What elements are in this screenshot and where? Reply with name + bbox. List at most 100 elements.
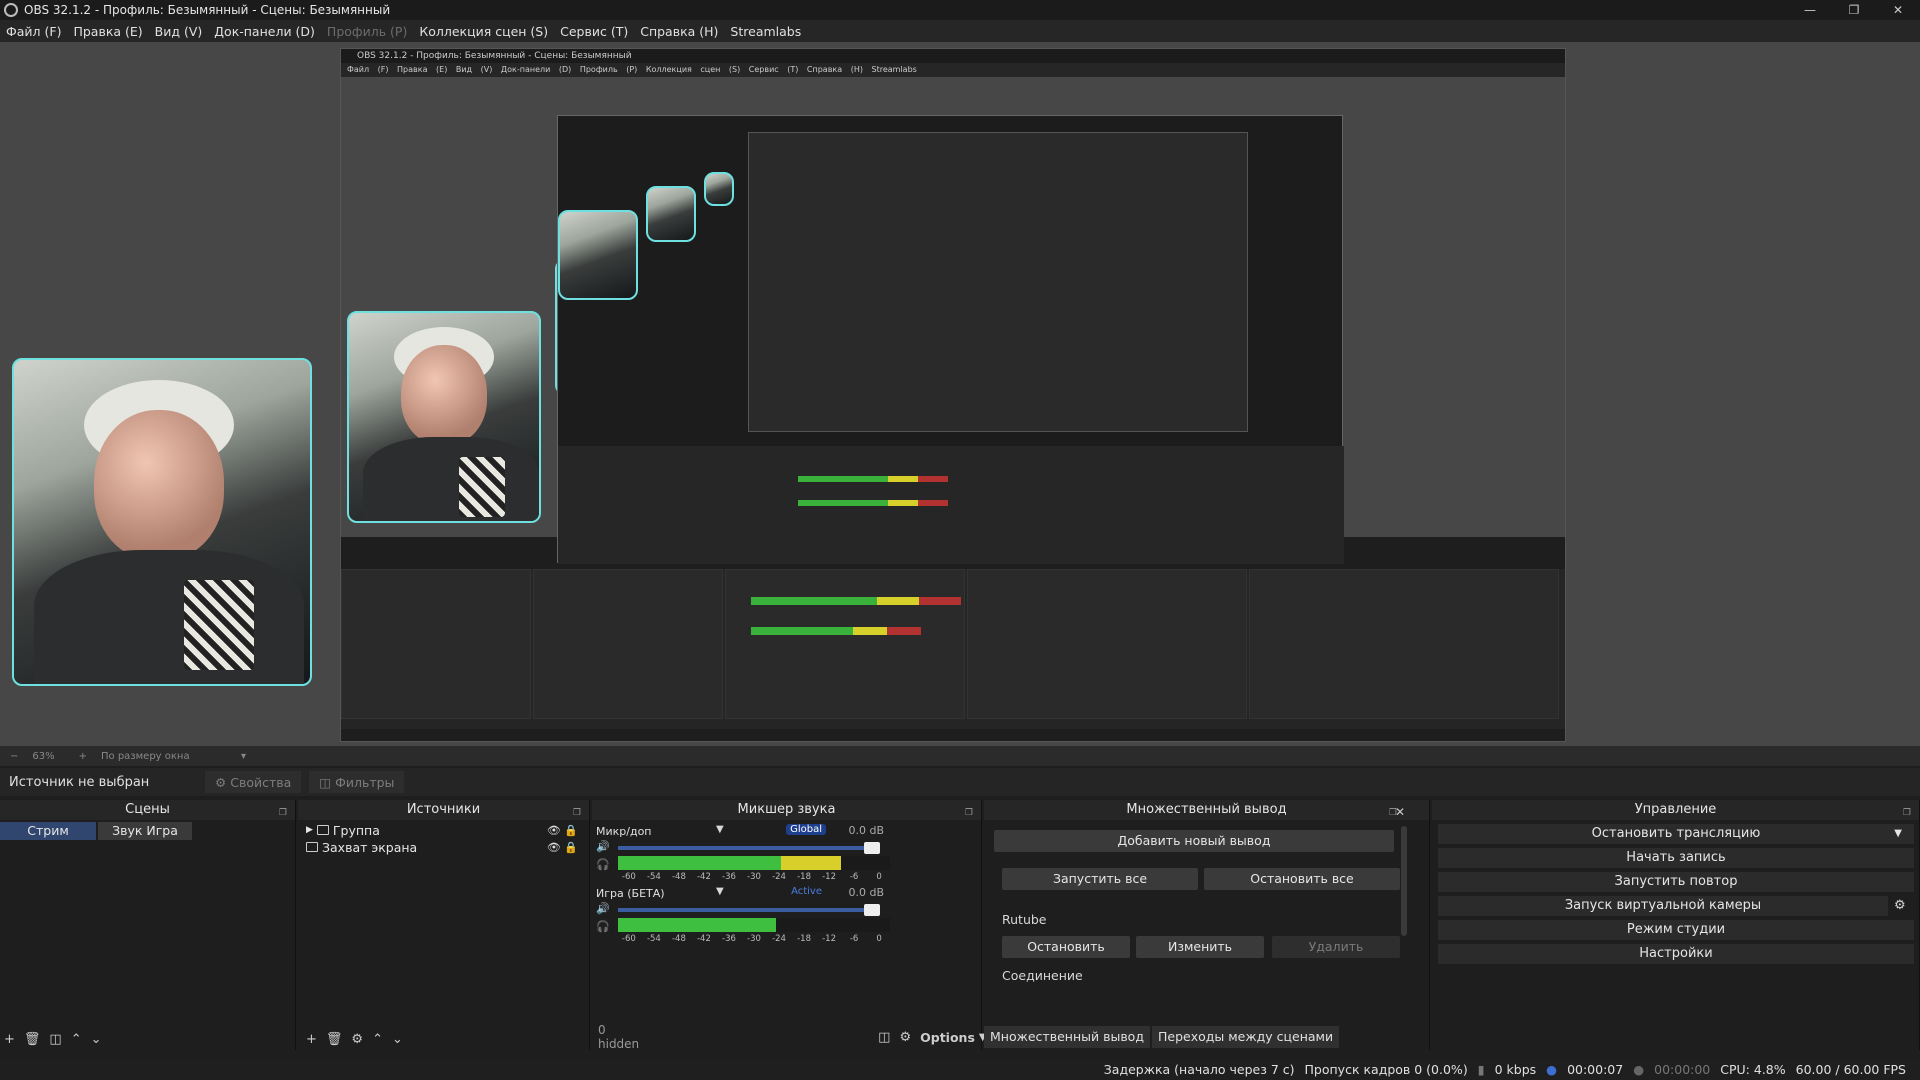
meter-level — [781, 856, 842, 870]
headphones-icon[interactable]: 🎧 — [596, 858, 610, 871]
zoom-in-icon[interactable]: + — [79, 751, 87, 762]
add-icon[interactable]: + — [306, 1032, 317, 1047]
gear-icon[interactable]: ⚙ — [351, 1032, 363, 1047]
speaker-icon[interactable]: 🔊 — [596, 840, 610, 853]
options-button[interactable]: Options — [920, 1030, 975, 1045]
tab-multiple-output[interactable]: Множественный вывод — [984, 1026, 1150, 1048]
filters-button[interactable]: ◫ Фильтры — [309, 771, 405, 793]
close-button[interactable]: ✕ — [1876, 0, 1920, 20]
zoom-mode-select[interactable]: По размеру окна — [101, 751, 241, 762]
chevron-down-icon[interactable]: ▼ — [1894, 824, 1902, 844]
mixer-header: Микшер звука ❐ — [592, 800, 981, 820]
menu-view[interactable]: Вид (V) — [155, 24, 203, 39]
menu-docks[interactable]: Док-панели (D) — [214, 24, 315, 39]
title-bar: OBS 32.1.2 - Профиль: Безымянный - Сцены… — [0, 0, 1920, 20]
menu-edit[interactable]: Правка (E) — [73, 24, 142, 39]
filter-icon: ◫ — [319, 774, 332, 790]
trash-icon[interactable]: 🗑 — [24, 1032, 41, 1047]
properties-button[interactable]: ⚙ Свойства — [205, 771, 302, 793]
stop-stream-button[interactable]: Остановить трансляцию ▼ — [1438, 824, 1914, 844]
menu-help[interactable]: Справка (H) — [640, 24, 718, 39]
scale-tick-label: -42 — [696, 934, 711, 944]
scrollbar[interactable] — [1401, 826, 1407, 936]
stream-delay: Задержка (начало через 7 с) — [1103, 1061, 1295, 1077]
float-icon[interactable]: ❐ — [1903, 803, 1911, 823]
minimize-button[interactable]: — — [1788, 0, 1832, 20]
scale-tick-label: 0 — [876, 872, 882, 882]
scale-tick-label: -54 — [646, 934, 661, 944]
scale-tick-label: -18 — [797, 934, 811, 944]
float-icon[interactable]: ❐ — [279, 803, 287, 823]
add-icon[interactable]: + — [4, 1032, 15, 1047]
edit-output-button[interactable]: Изменить — [1136, 936, 1264, 958]
trash-icon[interactable]: 🗑 — [326, 1032, 343, 1047]
chevron-down-icon[interactable]: ▾ — [241, 751, 246, 762]
status-bar: Задержка (начало через 7 с) Пропуск кадр… — [0, 1058, 1920, 1080]
speaker-icon[interactable]: 🔊 — [596, 902, 610, 915]
scale-tick-label: -24 — [772, 872, 786, 882]
nested-menu: Файл (F) Правка (E) Вид (V) Док-панели (… — [341, 63, 1565, 77]
dropped-frames: Пропуск кадров 0 (0.0%) — [1304, 1061, 1468, 1077]
stop-all-button[interactable]: Остановить все — [1204, 868, 1400, 890]
layout-icon[interactable]: ◫ — [878, 1030, 890, 1045]
scale-tick-label: -6 — [849, 872, 859, 882]
connection-label: Соединение — [1002, 968, 1083, 983]
source-toolbar: Источник не выбран ⚙ Свойства ◫ Фильтры — [0, 768, 1920, 796]
restore-button[interactable]: ❐ — [1832, 0, 1876, 20]
menu-streamlabs[interactable]: Streamlabs — [730, 24, 801, 39]
visibility-eye-icon[interactable]: 👁 🔒 — [547, 841, 578, 854]
start-all-button[interactable]: Запустить все — [1002, 868, 1198, 890]
start-virtual-camera-button[interactable]: Запуск виртуальной камеры — [1438, 896, 1888, 916]
scale-tick-label: -48 — [671, 934, 686, 944]
tab-scene-transitions[interactable]: Переходы между сценами — [1151, 1026, 1340, 1048]
start-replay-button[interactable]: Запустить повтор — [1438, 872, 1914, 892]
volume-slider[interactable] — [618, 842, 880, 854]
scenes-header: Сцены ❐ — [0, 800, 295, 820]
scene-filter-icon[interactable]: ◫ — [49, 1032, 61, 1047]
volume-slider[interactable] — [618, 904, 880, 916]
meter-level — [618, 918, 776, 932]
status-badge: Active — [791, 886, 822, 897]
menu-file[interactable]: Файл (F) — [6, 24, 61, 39]
scale-tick-label: -6 — [849, 934, 859, 944]
arrow-up-icon[interactable]: ⌃ — [372, 1032, 383, 1047]
nested-preview — [341, 77, 1565, 564]
menu-tools[interactable]: Сервис (T) — [560, 24, 628, 39]
delete-output-button[interactable]: Удалить — [1272, 936, 1400, 958]
settings-button[interactable]: Настройки — [1438, 944, 1914, 964]
stop-output-button[interactable]: Остановить — [1002, 936, 1130, 958]
channel-name: Микр/доп — [596, 825, 652, 838]
virtual-camera-settings-icon[interactable]: ⚙ — [1894, 898, 1906, 913]
menu-scene-collection[interactable]: Коллекция сцен (S) — [419, 24, 548, 39]
add-output-button[interactable]: Добавить новый вывод — [994, 830, 1394, 852]
float-icon[interactable]: ❐ — [965, 803, 973, 823]
bitrate: 0 kbps — [1494, 1061, 1537, 1077]
preview-canvas[interactable]: OBS 32.1.2 - Профиль: Безымянный - Сцены… — [0, 42, 1920, 746]
folder-icon — [316, 825, 329, 835]
expand-arrow-icon[interactable]: ▶ — [306, 825, 313, 835]
chevron-down-icon[interactable]: ▼ — [716, 886, 724, 897]
service-label: Rutube — [1002, 912, 1047, 927]
scale-tick-label: -12 — [822, 934, 837, 944]
chevron-down-icon[interactable]: ▼ — [716, 824, 724, 835]
studio-mode-button[interactable]: Режим студии — [1438, 920, 1914, 940]
status-badge: Global — [786, 824, 826, 835]
float-icon[interactable]: ❐ — [573, 803, 581, 823]
arrow-up-icon[interactable]: ⌃ — [71, 1032, 82, 1047]
zoom-out-icon[interactable]: − — [10, 751, 18, 762]
obs-logo-icon — [4, 3, 18, 17]
source-item-group[interactable]: ▶ Группа 👁 🔒 — [306, 822, 586, 838]
audio-mixer-dock: Микшер звука ❐ Микр/доп ▼ Global 0.0 dB 🔊… — [592, 800, 987, 1051]
float-icon[interactable]: ❐ — [1389, 803, 1397, 823]
headphones-icon[interactable]: 🎧 — [596, 920, 610, 933]
scene-item-game-audio[interactable]: Звук Игра — [98, 822, 192, 840]
visibility-eye-icon[interactable]: 👁 🔒 — [547, 824, 578, 837]
menu-profile[interactable]: Профиль (P) — [327, 24, 407, 39]
arrow-down-icon[interactable]: ⌄ — [392, 1032, 403, 1047]
multiout-header: Множественный вывод ✕ ❐ — [984, 800, 1429, 820]
arrow-down-icon[interactable]: ⌄ — [91, 1032, 102, 1047]
source-item-screen-capture[interactable]: Захват экрана 👁 🔒 — [306, 839, 586, 855]
start-recording-button[interactable]: Начать запись — [1438, 848, 1914, 868]
scene-item-stream[interactable]: Стрим — [0, 822, 96, 840]
mixer-settings-icon[interactable]: ⚙ — [899, 1030, 911, 1045]
